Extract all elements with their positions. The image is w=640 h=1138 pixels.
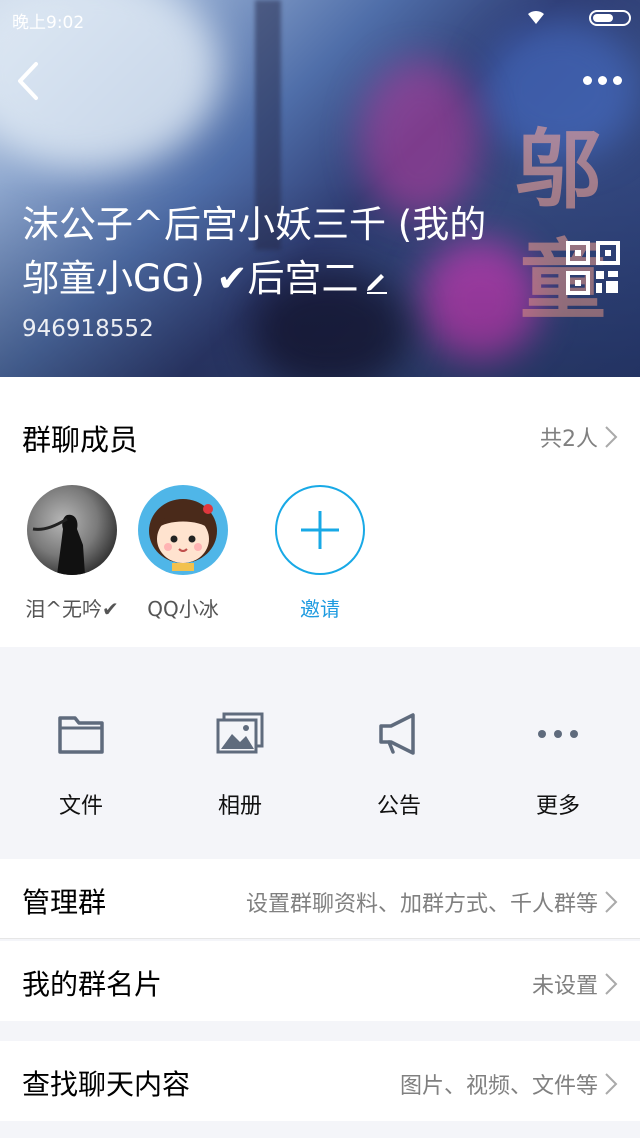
group-name-text: 沫公子^后宫小妖三千 (我的邬童小GG) ✔后宫二 — [22, 203, 487, 300]
row-label: 查找聊天内容 — [22, 1068, 191, 1101]
tool-label: 相册 — [217, 794, 262, 819]
tool-label: 文件 — [58, 794, 103, 819]
row-value: 设置群聊资料、加群方式、千人群等 — [245, 892, 598, 917]
row-value: 图片、视频、文件等 — [399, 1074, 598, 1099]
back-arrow-icon — [18, 62, 38, 100]
members-title: 群聊成员 — [22, 423, 139, 457]
my-group-card-row[interactable]: 我的群名片 未设置 — [0, 941, 640, 1021]
wifi-icon — [528, 10, 544, 24]
chevron-right-icon — [605, 973, 618, 995]
chevron-right-icon — [605, 891, 618, 913]
manage-group-row[interactable]: 管理群 设置群聊资料、加群方式、千人群等 — [0, 859, 640, 939]
tool-announcement[interactable]: 公告 — [339, 712, 459, 820]
invite-button[interactable]: 邀请 — [265, 485, 375, 622]
avatar — [27, 485, 117, 575]
tools-section: 文件 相册 公告 更多 — [0, 648, 640, 840]
member-item[interactable]: 泪^无吟✔ — [17, 485, 127, 622]
row-label: 管理群 — [22, 886, 107, 919]
search-chat-content-row[interactable]: 查找聊天内容 图片、视频、文件等 — [0, 1041, 640, 1121]
row-label: 我的群名片 — [22, 968, 163, 1001]
status-bar: 晚上9:02 — [0, 0, 640, 36]
tool-album[interactable]: 相册 — [180, 712, 300, 820]
tool-label: 更多 — [535, 794, 580, 819]
back-button[interactable] — [12, 56, 52, 106]
edit-pencil-icon[interactable] — [363, 267, 391, 295]
qr-code-icon — [566, 241, 620, 295]
group-header-banner: 邬 童 晚上9:02 沫公子^后宫小妖三千 (我的邬童小GG) ✔后宫二 946… — [0, 0, 640, 377]
tool-label: 公告 — [376, 794, 421, 819]
member-name: 泪^无吟✔ — [25, 597, 119, 621]
group-name[interactable]: 沫公子^后宫小妖三千 (我的邬童小GG) ✔后宫二 — [22, 198, 492, 306]
qr-code-button[interactable] — [566, 241, 620, 295]
more-dots-icon — [578, 66, 626, 94]
tool-more[interactable]: 更多 — [498, 712, 618, 820]
invite-label: 邀请 — [300, 597, 340, 621]
chevron-right-icon — [605, 426, 618, 448]
more-dots-icon — [538, 730, 578, 738]
chevron-right-icon — [605, 1073, 618, 1095]
status-time: 晚上9:02 — [12, 13, 85, 33]
plus-icon — [301, 511, 339, 549]
megaphone-icon — [379, 713, 415, 755]
group-id: 946918552 — [22, 316, 154, 342]
battery-icon — [589, 10, 631, 26]
row-value: 未设置 — [531, 974, 598, 999]
invite-circle — [275, 485, 365, 575]
member-name: QQ小冰 — [147, 597, 219, 621]
tool-files[interactable]: 文件 — [21, 712, 141, 820]
members-count: 共2人 — [540, 427, 598, 452]
members-count-link[interactable]: 共2人 — [540, 421, 618, 453]
member-item[interactable]: QQ小冰 — [128, 485, 238, 622]
more-options-button[interactable] — [578, 66, 626, 94]
album-icon — [216, 712, 264, 754]
members-section: 群聊成员 共2人 泪^无吟✔ QQ小冰 邀请 — [0, 377, 640, 647]
avatar — [138, 485, 228, 575]
folder-icon — [58, 716, 104, 754]
